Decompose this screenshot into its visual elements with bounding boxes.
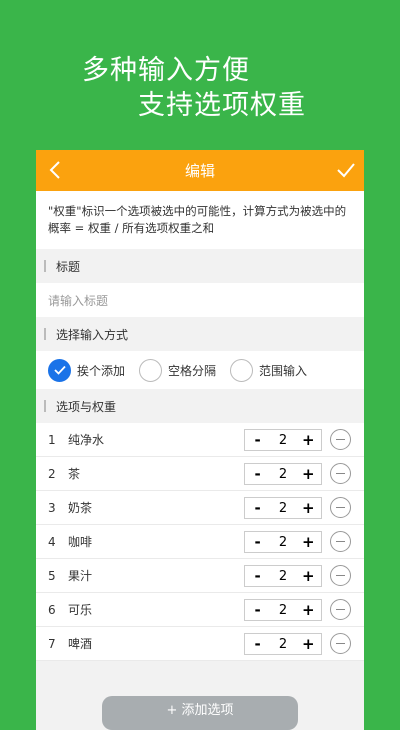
option-name[interactable]: 纯净水 <box>68 431 104 448</box>
section-marker <box>44 328 46 340</box>
option-name[interactable]: 咖啡 <box>68 533 92 550</box>
radio-unchecked-icon <box>230 358 254 382</box>
decrement-button[interactable]: - <box>245 567 270 585</box>
options-list: 1 纯净水 - 2 + 2 茶 - 2 + 3 奶茶 - 2 + 4 咖啡 - … <box>36 423 364 661</box>
weight-stepper: - 2 + <box>244 463 322 485</box>
remove-icon[interactable] <box>330 531 351 552</box>
radio-checked-icon <box>48 358 71 382</box>
section-title-text: 标题 <box>56 259 81 274</box>
weight-value[interactable]: 2 <box>270 433 295 448</box>
weight-stepper: - 2 + <box>244 497 322 519</box>
mode-one-by-one[interactable]: 挨个添加 <box>48 358 126 382</box>
decrement-button[interactable]: - <box>245 465 270 483</box>
option-row: 1 纯净水 - 2 + <box>36 423 364 457</box>
weight-value[interactable]: 2 <box>270 535 295 550</box>
weight-stepper: - 2 + <box>244 531 322 553</box>
option-number: 7 <box>48 636 56 651</box>
add-option-button[interactable]: + 添加选项 <box>102 696 298 730</box>
weight-stepper: - 2 + <box>244 429 322 451</box>
weight-value[interactable]: 2 <box>270 501 295 516</box>
weight-stepper: - 2 + <box>244 565 322 587</box>
option-number: 3 <box>48 500 56 515</box>
section-options-label: 选项与权重 <box>36 389 364 423</box>
option-row: 3 奶茶 - 2 + <box>36 491 364 525</box>
option-row: 6 可乐 - 2 + <box>36 593 364 627</box>
mode-label: 挨个添加 <box>77 363 126 378</box>
option-row: 2 茶 - 2 + <box>36 457 364 491</box>
increment-button[interactable]: + <box>296 431 321 449</box>
decrement-button[interactable]: - <box>245 431 270 449</box>
section-options-text: 选项与权重 <box>56 399 117 414</box>
increment-button[interactable]: + <box>296 533 321 551</box>
mode-range[interactable]: 范围输入 <box>230 358 308 382</box>
page-title: 编辑 <box>184 162 215 180</box>
mode-space-separated[interactable]: 空格分隔 <box>139 358 217 382</box>
option-name[interactable]: 茶 <box>68 465 80 482</box>
option-name[interactable]: 啤酒 <box>68 635 92 652</box>
increment-button[interactable]: + <box>296 465 321 483</box>
input-mode-group: 挨个添加 空格分隔 范围输入 <box>36 351 364 389</box>
decrement-button[interactable]: - <box>245 601 270 619</box>
decrement-button[interactable]: - <box>245 533 270 551</box>
option-number: 1 <box>48 432 56 447</box>
check-icon[interactable] <box>336 160 356 180</box>
decrement-button[interactable]: - <box>245 635 270 653</box>
option-number: 5 <box>48 568 56 583</box>
option-name[interactable]: 果汁 <box>68 567 92 584</box>
option-row: 5 果汁 - 2 + <box>36 559 364 593</box>
weight-stepper: - 2 + <box>244 633 322 655</box>
header-bar: 编辑 <box>36 150 364 191</box>
weight-value[interactable]: 2 <box>270 467 295 482</box>
increment-button[interactable]: + <box>296 567 321 585</box>
section-mode-text: 选择输入方式 <box>56 327 129 342</box>
remove-icon[interactable] <box>330 497 351 518</box>
promo-line-1: 多种输入方便 <box>82 55 250 86</box>
weight-value[interactable]: 2 <box>270 603 295 618</box>
edit-card: 编辑 "权重"标识一个选项被选中的可能性，计算方式为被选中的概率 = 权重 / … <box>36 150 364 730</box>
option-name[interactable]: 可乐 <box>68 601 92 618</box>
increment-button[interactable]: + <box>296 499 321 517</box>
option-row: 7 啤酒 - 2 + <box>36 627 364 661</box>
remove-icon[interactable] <box>330 599 351 620</box>
promo-line-2: 支持选项权重 <box>138 90 306 121</box>
radio-unchecked-icon <box>139 358 163 382</box>
option-number: 4 <box>48 534 56 549</box>
option-number: 6 <box>48 602 56 617</box>
title-input[interactable]: 请输入标题 <box>36 283 364 317</box>
remove-icon[interactable] <box>330 565 351 586</box>
weight-stepper: - 2 + <box>244 599 322 621</box>
section-title-label: 标题 <box>36 249 364 283</box>
mode-label: 空格分隔 <box>168 363 217 378</box>
option-name[interactable]: 奶茶 <box>68 499 92 516</box>
section-marker <box>44 400 46 412</box>
option-number: 2 <box>48 466 56 481</box>
increment-button[interactable]: + <box>296 635 321 653</box>
decrement-button[interactable]: - <box>245 499 270 517</box>
mode-label: 范围输入 <box>259 363 308 378</box>
option-row: 4 咖啡 - 2 + <box>36 525 364 559</box>
increment-button[interactable]: + <box>296 601 321 619</box>
remove-icon[interactable] <box>330 429 351 450</box>
weight-value[interactable]: 2 <box>270 637 295 652</box>
weight-description: "权重"标识一个选项被选中的可能性，计算方式为被选中的概率 = 权重 / 所有选… <box>36 191 364 249</box>
remove-icon[interactable] <box>330 633 351 654</box>
weight-value[interactable]: 2 <box>270 569 295 584</box>
section-marker <box>44 260 46 272</box>
remove-icon[interactable] <box>330 463 351 484</box>
section-mode-label: 选择输入方式 <box>36 317 364 351</box>
